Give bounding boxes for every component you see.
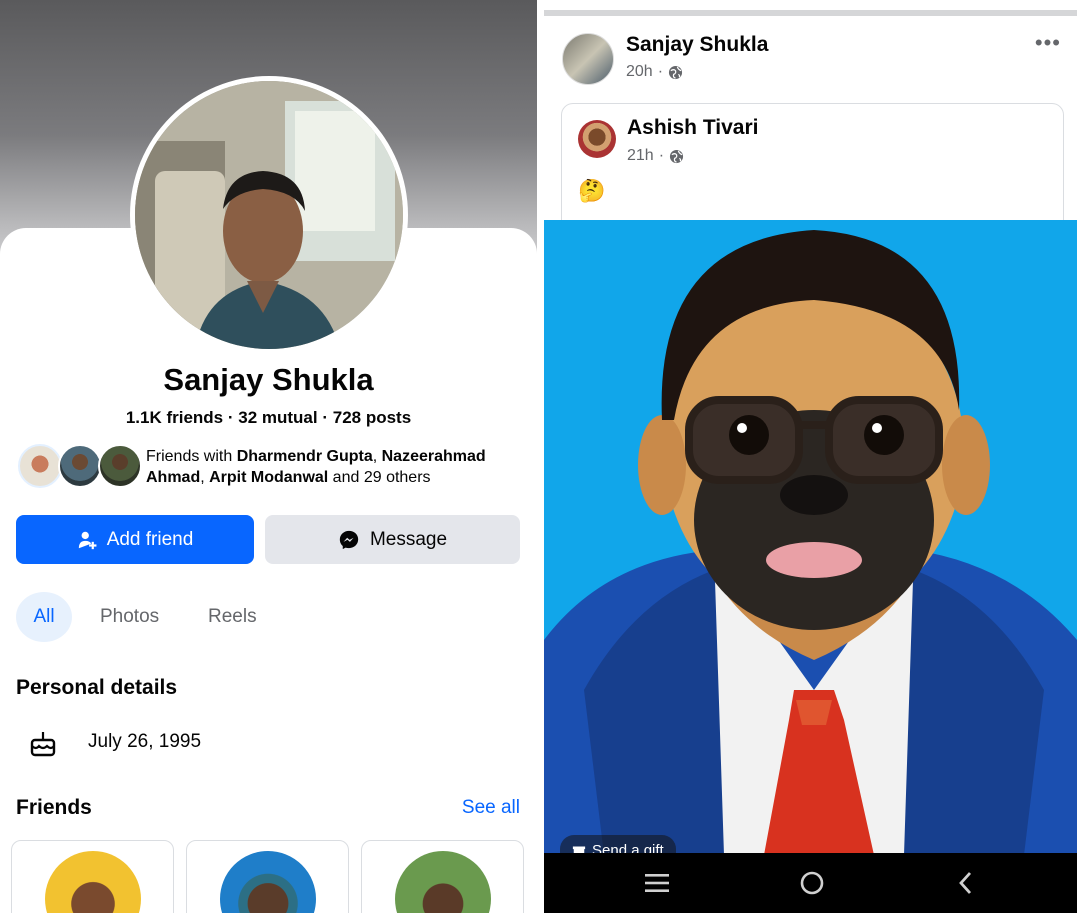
birthday-row [28,728,58,760]
friends-count[interactable]: 1.1K friends [126,408,223,427]
see-all-friends-link[interactable]: See all [462,797,520,819]
profile-avatar[interactable] [130,76,408,354]
mutual-friend-name[interactable]: Dharmendr Gupta [237,448,373,465]
post-meta: 20h · [626,63,683,81]
home-circle-icon [800,871,824,895]
friend-photo [395,851,491,913]
shared-author-name[interactable]: Ashish Tivari [627,116,759,140]
posts-count: 728 posts [332,408,412,427]
mutuals-comma: , [200,469,210,486]
mutual-friend-avatar [58,444,102,488]
mutual-count[interactable]: 32 mutual [238,408,317,427]
thinking-emoji: 🤔 [578,178,606,203]
system-navigation-bar [544,853,1077,913]
friend-photo [45,851,141,913]
birthday-cake-icon [30,732,56,757]
add-friend-button[interactable]: Add friend [16,515,254,564]
profile-photo-illustration [135,81,403,349]
back-button[interactable] [946,867,986,899]
profile-name: Sanjay Shukla [163,362,374,397]
profile-stats: 1.1K friends · 32 mutual · 728 posts [0,408,537,428]
profile-photo [135,81,403,349]
message-button[interactable]: Message [265,515,520,564]
globe-icon [668,65,683,79]
stats-separator: · [322,408,333,427]
friend-card[interactable] [186,840,349,913]
post-panel: Sanjay Shukla 20h · ••• Ashish Tivari 21… [544,0,1077,913]
mutual-friends-text: Friends with Dharmendr Gupta, Nazeerahma… [146,446,526,488]
mutual-friends-row[interactable]: Friends with Dharmendr Gupta, Nazeerahma… [18,444,528,490]
post-time[interactable]: 20h [626,63,653,81]
friend-card[interactable] [11,840,174,913]
add-friend-icon [78,531,97,549]
post-image[interactable] [544,220,1077,855]
meta-dot: · [658,147,665,164]
more-options-icon[interactable]: ••• [1035,30,1061,56]
globe-icon [669,149,684,163]
mutuals-suffix: and 29 others [328,469,431,486]
meta-dot: · [657,63,664,80]
stats-separator: · [227,408,239,427]
menu-lines-icon [645,874,669,892]
home-button[interactable] [792,867,832,899]
birthday-date: July 26, 1995 [88,731,202,752]
message-label: Message [369,528,448,550]
mutual-friend-avatar [98,444,142,488]
post-author-avatar[interactable] [562,33,614,85]
friend-card[interactable] [361,840,524,913]
add-friend-label: Add friend [106,528,194,550]
back-chevron-icon [959,872,972,894]
shared-post-card[interactable]: Ashish Tivari 21h · 🤔 [561,103,1064,233]
panel-divider [537,0,544,913]
personal-details-title: Personal details [16,676,178,699]
mutual-friend-name[interactable]: Arpit Modanwal [209,469,328,486]
shared-author-avatar[interactable] [578,120,616,158]
mutuals-prefix: Friends with [146,448,237,465]
mutual-friend-avatar [18,444,62,488]
tab-photos[interactable]: Photos [100,592,159,642]
screenshot-canvas: Sanjay Shukla 1.1K friends · 32 mutual ·… [0,0,1077,913]
post-image-illustration [544,220,1077,855]
recent-apps-button[interactable] [637,867,677,899]
tab-reels[interactable]: Reels [208,592,257,642]
mutuals-comma: , [372,448,382,465]
messenger-icon [339,530,359,549]
friends-title: Friends [16,796,92,819]
post-author-name[interactable]: Sanjay Shukla [626,33,768,57]
shared-post-time[interactable]: 21h [627,147,654,165]
tab-all[interactable]: All [16,592,72,642]
profile-panel: Sanjay Shukla 1.1K friends · 32 mutual ·… [0,0,537,913]
post-top-divider [544,10,1077,16]
friend-photo [220,851,316,913]
shared-post-meta: 21h · [627,147,684,165]
